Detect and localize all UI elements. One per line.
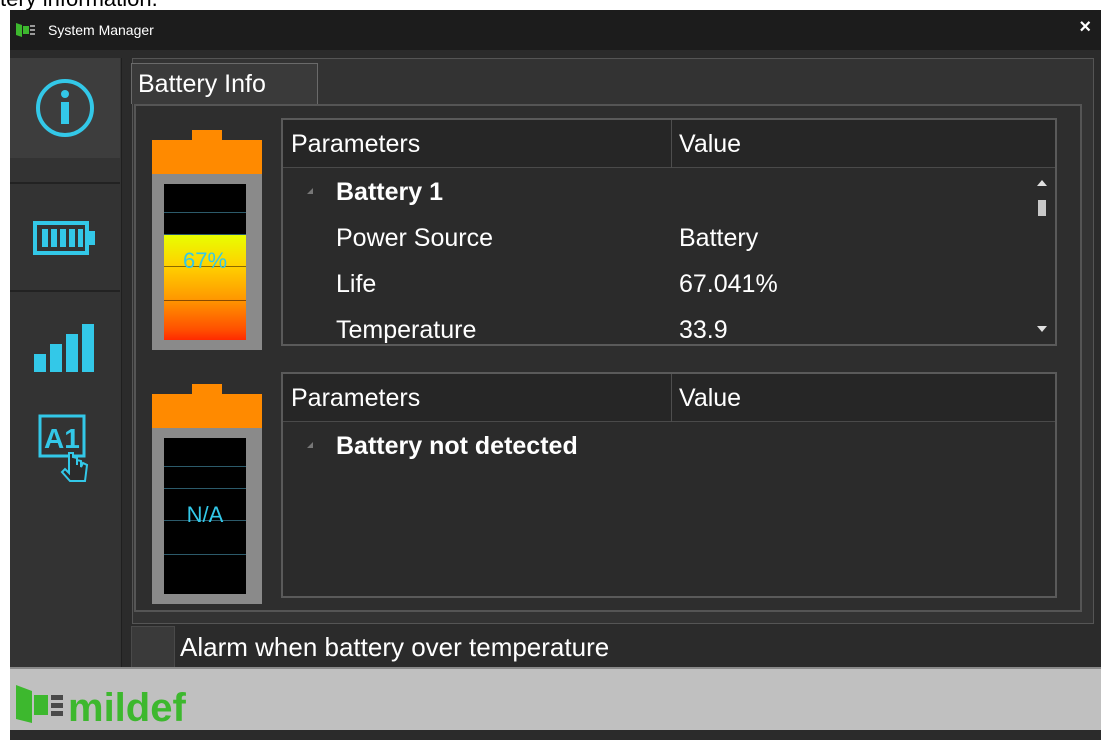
column-header-value[interactable]: Value — [679, 130, 741, 159]
scroll-up-icon[interactable] — [1037, 180, 1047, 186]
mildef-logo: mildef — [16, 685, 186, 727]
param-life: Life — [336, 270, 377, 298]
app-logo-icon — [16, 23, 35, 37]
sidebar-item-signal[interactable] — [10, 298, 120, 398]
battery-1-gauge: 67% — [152, 130, 262, 350]
scroll-thumb[interactable] — [1038, 200, 1046, 216]
group-battery-not-detected[interactable]: Battery not detected — [336, 432, 578, 461]
battery-1-table: Parameters Value Battery 1 Power Source … — [281, 118, 1057, 346]
table-header: Parameters Value — [283, 374, 1055, 422]
param-power-source: Power Source — [336, 224, 494, 252]
info-icon — [36, 79, 94, 137]
column-header-parameters[interactable]: Parameters — [291, 130, 420, 159]
svg-text:A1: A1 — [44, 423, 80, 454]
battery-icon — [33, 221, 95, 255]
battery-2-gauge: N/A — [152, 384, 262, 604]
signal-bars-icon — [34, 324, 94, 372]
battery-1-percent: 67% — [182, 248, 228, 273]
column-header-parameters[interactable]: Parameters — [291, 384, 420, 413]
table-scrollbar[interactable] — [1029, 170, 1055, 344]
column-header-value[interactable]: Value — [679, 384, 741, 413]
footer-brand-bar: mildef — [10, 667, 1101, 730]
collapse-triangle-icon[interactable] — [307, 188, 313, 194]
top-caption-text: tery information. — [0, 0, 158, 10]
sidebar: A1 — [10, 58, 122, 668]
window-title: System Manager — [48, 22, 154, 38]
brand-text: mildef — [68, 686, 186, 727]
alarm-checkbox-label[interactable]: Alarm when battery over temperature — [180, 632, 609, 663]
scroll-down-icon[interactable] — [1037, 326, 1047, 332]
value-temperature: 33.9 — [679, 316, 728, 344]
tab-battery-info-label: Battery Info — [138, 70, 266, 98]
title-bar: System Manager × — [10, 10, 1101, 50]
battery-2-status: N/A — [186, 502, 224, 527]
top-caption-strip: tery information. — [0, 0, 1101, 10]
battery-2-table: Parameters Value Battery not detected — [281, 372, 1057, 598]
value-power-source: Battery — [679, 224, 759, 252]
a1-hand-icon: A1 — [38, 414, 89, 482]
tab-battery-info[interactable]: Battery Info — [131, 63, 318, 104]
sidebar-item-keyboard[interactable]: A1 — [10, 398, 120, 498]
sidebar-item-info[interactable] — [10, 58, 120, 158]
close-button[interactable]: × — [1079, 16, 1091, 39]
group-battery-1[interactable]: Battery 1 — [336, 178, 443, 207]
table-header: Parameters Value — [283, 120, 1055, 168]
alarm-checkbox[interactable] — [131, 626, 175, 670]
value-life: 67.041% — [679, 270, 778, 298]
param-temperature: Temperature — [336, 316, 477, 344]
collapse-triangle-icon[interactable] — [307, 442, 313, 448]
sidebar-item-battery[interactable] — [10, 188, 120, 288]
